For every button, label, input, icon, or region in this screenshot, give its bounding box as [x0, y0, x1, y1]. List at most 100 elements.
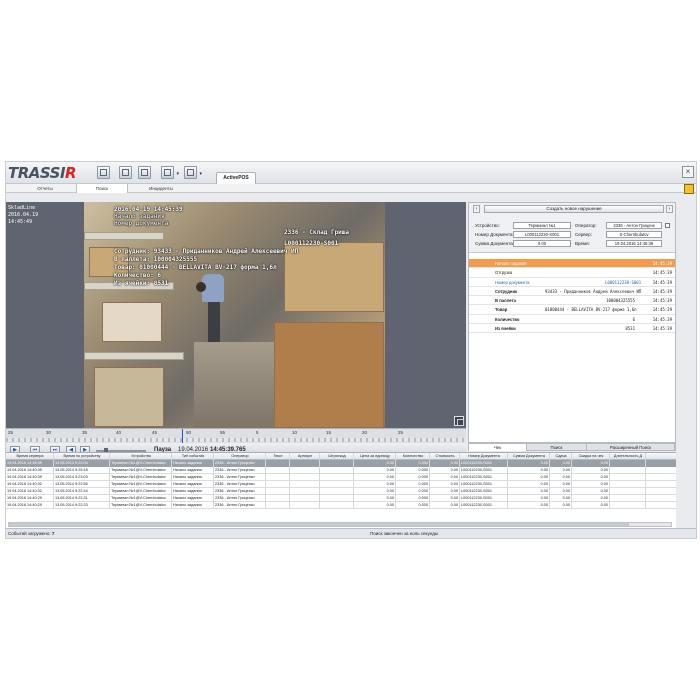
time-label: Время:	[575, 241, 590, 246]
tick-label: 30	[46, 430, 52, 435]
table-row[interactable]: 19.04.2016 14:45:39 13.05.2014 9:22:04 Тер…	[6, 460, 676, 467]
tick-label: 5	[256, 430, 259, 435]
doc-field[interactable]: L000112230-S001	[513, 231, 571, 238]
sum-field[interactable]: 0.00	[513, 240, 571, 247]
tab-details-search[interactable]: Поиск	[527, 444, 587, 451]
time-field[interactable]: 19.04.2016 14:45:39	[606, 240, 662, 247]
table-cell: 0.00	[550, 502, 572, 509]
table-cell: 0.00	[572, 467, 610, 474]
table-row[interactable]: 19.04.2016 14:40:35 13.05.2014 9:25:18 Тер…	[6, 467, 676, 474]
table-cell	[290, 460, 320, 467]
table-cell: 0.000	[396, 481, 430, 488]
table-row[interactable]: 19.04.2016 14:40:29 13.05.2014 9:22:23 Тер…	[6, 502, 676, 509]
table-cell	[266, 467, 290, 474]
grid-layout-icon[interactable]	[454, 416, 464, 426]
cursor-icon[interactable]: ▾	[161, 166, 179, 179]
column-header[interactable]: Время сервера	[6, 453, 54, 460]
table-cell	[290, 474, 320, 481]
event-item[interactable]: Сотрудник 93433 - Приданников Андрей Алек…	[469, 287, 675, 297]
list-icon[interactable]	[138, 166, 151, 179]
device-field[interactable]: Терминал №1	[513, 222, 571, 229]
table-cell: 2336 - Антон Гриценко	[214, 481, 266, 488]
person	[208, 302, 220, 342]
table-cell	[266, 474, 290, 481]
column-header[interactable]: Сдача	[550, 453, 572, 460]
event-item[interactable]: Отгрузка 14:45:39	[469, 268, 675, 278]
table-cell: Начало задания	[172, 488, 214, 495]
event-item[interactable]: Начало задания 14:45:39	[469, 259, 675, 269]
box	[284, 242, 384, 312]
timeline-cursor[interactable]	[182, 429, 183, 443]
event-item[interactable]: В паллета 100004325555 14:45:39	[469, 296, 675, 306]
table-row[interactable]: 19.04.2016 14:40:32 13.05.2014 9:22:56 Тер…	[6, 481, 676, 488]
document-icon[interactable]	[119, 166, 132, 179]
column-header[interactable]: Скидка на чек	[572, 453, 610, 460]
trassir-logo: TRASSIR	[8, 164, 77, 182]
column-header[interactable]: Длительность Д	[610, 453, 646, 460]
event-time: 14:45:39	[652, 288, 672, 294]
next-arrow-icon[interactable]: ›	[666, 205, 673, 213]
event-name: В паллета	[495, 298, 516, 304]
table-cell: 0.00	[430, 474, 460, 481]
person	[196, 282, 206, 292]
table-cell: 0.000	[396, 502, 430, 509]
tab-receipt[interactable]: Чек	[469, 444, 527, 451]
prev-arrow-icon[interactable]: ‹	[473, 205, 480, 213]
tab-advanced-search[interactable]: Расширенный Поиск	[587, 444, 675, 451]
table-cell: 19.04.2016 14:40:39	[6, 474, 54, 481]
camera-date: 2016.04.19	[8, 212, 39, 218]
table-row[interactable]: 19.04.2016 14:40:32 13.05.2014 9:22:44 Тер…	[6, 488, 676, 495]
loaded-label: Событий загружено:	[8, 531, 51, 536]
event-item[interactable]: Номер документа L000112230-S001 14:45:39	[469, 278, 675, 287]
table-cell: 19.04.2016 14:40:32	[6, 488, 54, 495]
column-header[interactable]: Штрихкод	[320, 453, 354, 460]
column-header[interactable]: Тип события	[172, 453, 214, 460]
layout-grid-icon[interactable]: ▾	[184, 166, 202, 179]
event-item[interactable]: Количество 6 14:45:39	[469, 315, 675, 325]
table-cell	[290, 495, 320, 502]
camera-frame: 2016.04.19 14:45:39 Начало задания Номер…	[84, 202, 385, 428]
table-cell	[610, 460, 646, 467]
tab-incidents[interactable]: Инциденты	[136, 184, 186, 193]
table-cell: L000112230-S001	[460, 488, 508, 495]
event-item[interactable]: Товар 01000444 - BELLAVITA BV-217 форма 1…	[469, 305, 675, 315]
table-cell: 0.00	[354, 474, 396, 481]
column-header[interactable]: Устройство	[110, 453, 172, 460]
column-header[interactable]: Цена за единицу	[354, 453, 396, 460]
table-cell: 0.00	[430, 495, 460, 502]
overlay-start: Начало задания	[114, 213, 165, 220]
table-row[interactable]: 19.04.2016 14:40:39 13.05.2014 9:23:03 Тер…	[6, 474, 676, 481]
column-header[interactable]: Сумма Документа	[508, 453, 550, 460]
server-field[interactable]: S-Chernbulatov	[606, 231, 662, 238]
event-item[interactable]: Из ячейки 8531 14:45:39	[469, 324, 675, 334]
table-cell	[320, 460, 354, 467]
tab-search[interactable]: Поиск	[76, 184, 128, 193]
tab-reports[interactable]: Отчеты	[20, 184, 70, 193]
column-header[interactable]: Количество	[396, 453, 430, 460]
column-header[interactable]: Артикул	[290, 453, 320, 460]
column-header[interactable]: Номер Документа	[460, 453, 508, 460]
scrollbar-thumb[interactable]	[9, 523, 629, 526]
column-header[interactable]: Стоимость	[430, 453, 460, 460]
table-cell: 0.00	[508, 502, 550, 509]
table-row[interactable]: 19.04.2016 14:40:29 13.05.2014 9:22:31 Тер…	[6, 495, 676, 502]
video-viewport[interactable]: SkladLine 2016.04.19 14:45:49 2016.04.19…	[6, 202, 466, 428]
cash-register-icon[interactable]	[684, 184, 694, 194]
overlay-qty: Количество: 6	[114, 272, 161, 279]
tab-activepos[interactable]: ActivePOS	[216, 172, 256, 184]
operator-checkbox[interactable]	[665, 223, 670, 228]
column-header[interactable]: Текст	[266, 453, 290, 460]
column-header[interactable]: Оператор	[214, 453, 266, 460]
event-time: 14:45:39	[652, 279, 672, 285]
timeline-scrubber[interactable]	[6, 438, 466, 442]
column-header[interactable]: Время по устройству	[54, 453, 110, 460]
create-violation-button[interactable]: Создать новое нарушение	[484, 205, 664, 213]
table-cell	[320, 474, 354, 481]
tick-label: 10	[292, 430, 298, 435]
loaded-count: 7	[51, 531, 55, 536]
table-horizontal-scrollbar[interactable]	[8, 522, 672, 527]
event-name: Начало задания	[495, 261, 527, 266]
reports-icon[interactable]	[97, 166, 110, 179]
close-icon[interactable]: ×	[682, 166, 694, 178]
operator-field[interactable]: 2336 - Антон Гриценк	[606, 222, 662, 229]
